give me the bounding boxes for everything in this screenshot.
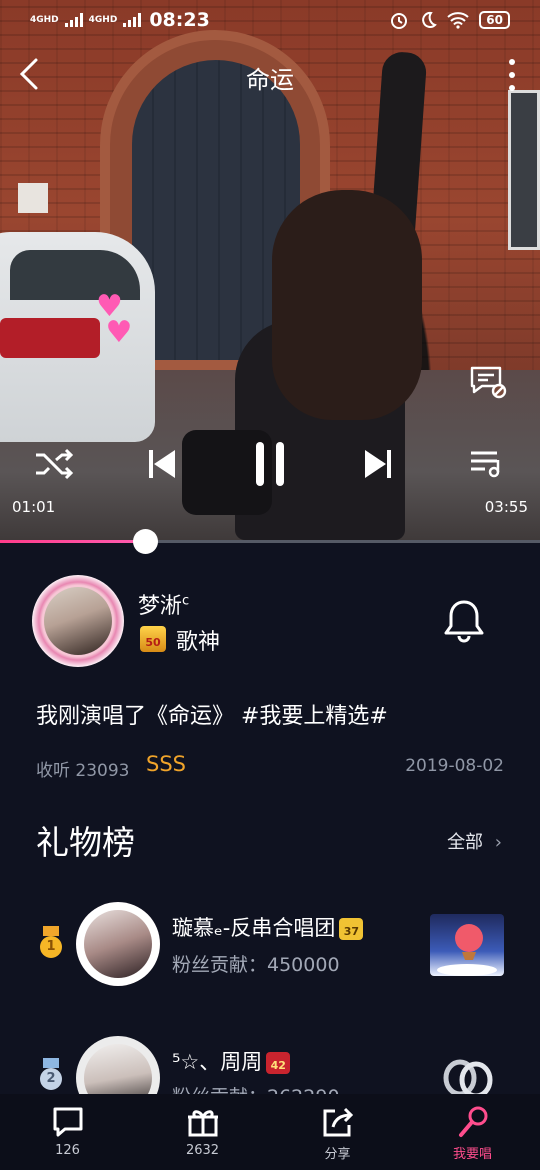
post-description: 我刚演唱了《命运》 #我要上精选# (36, 704, 388, 729)
more-menu-button[interactable] (506, 56, 518, 96)
gift-board-all-label: 全部 (447, 832, 484, 853)
playlist-button[interactable] (460, 438, 512, 490)
previous-icon (149, 450, 175, 478)
share-label: 分享 (324, 1147, 351, 1162)
moon-icon (422, 11, 438, 28)
heart-sticker: ♥ ♥ (96, 289, 133, 350)
signal-label-1: 4GHD (30, 14, 59, 25)
progress-fill (0, 540, 146, 543)
contributor-name-text: ⁵☆、周周 (172, 1050, 263, 1074)
player-controls (0, 438, 540, 490)
next-icon (365, 450, 391, 478)
gift-count: 2632 (185, 1143, 220, 1158)
gift-board-title: 礼物榜 (36, 823, 135, 862)
pause-button[interactable] (244, 438, 296, 490)
gold-medal-icon: 1 (40, 926, 62, 960)
singer-name[interactable]: 梦淅c (138, 588, 189, 620)
next-button[interactable] (352, 438, 404, 490)
shuffle-icon (36, 448, 74, 480)
playlist-icon (471, 451, 500, 478)
microphone-icon (455, 1104, 491, 1140)
progress-bar[interactable] (0, 529, 540, 554)
contributor-name[interactable]: ⁵☆、周周 42 (172, 1046, 291, 1076)
contributor-avatar-frame[interactable] (76, 902, 160, 986)
gift-board-all-link[interactable]: 全部 › (447, 828, 502, 854)
signal-icon (123, 13, 142, 27)
level-crown-icon: 42 (266, 1052, 291, 1074)
lyrics-off-icon (470, 366, 507, 399)
comment-count: 126 (55, 1143, 80, 1158)
gift-icon (185, 1104, 221, 1140)
singer-avatar-frame[interactable] (32, 575, 124, 667)
battery-indicator: 60 (479, 11, 510, 29)
comment-icon (50, 1104, 86, 1140)
singer-name-text: 梦淅 (138, 594, 183, 619)
share-icon (320, 1104, 356, 1140)
rank-number: 1 (40, 936, 62, 958)
pause-icon (256, 442, 284, 486)
total-duration: 03:55 (484, 498, 528, 516)
hot-air-balloon-gift-icon (430, 914, 504, 976)
progress-knob[interactable] (133, 529, 159, 554)
bell-icon (444, 600, 484, 643)
status-bar: 4GHD 4GHD 08:23 60 (0, 0, 540, 40)
previous-button[interactable] (136, 438, 188, 490)
sing-label: 我要唱 (452, 1147, 492, 1162)
signal-label-2: 4GHD (88, 14, 118, 25)
clock: 08:23 (149, 9, 210, 31)
rank-badge-icon: 50 (140, 626, 166, 652)
bottom-nav: 126 2632 分享 我要唱 (0, 1094, 540, 1170)
silver-medal-icon: 2 (40, 1058, 62, 1092)
post-date: 2019-08-02 (405, 756, 504, 776)
singer-avatar[interactable] (44, 587, 112, 655)
signal-icon (64, 13, 83, 27)
contribution-value: 粉丝贡献：450000 (172, 954, 340, 976)
rank-number: 2 (40, 1068, 62, 1090)
score-grade: SSS (146, 752, 186, 776)
top-bar: 命运 (0, 52, 540, 96)
singer-name-suffix: c (182, 593, 190, 609)
contributor-avatar[interactable] (84, 910, 152, 978)
comment-tab[interactable]: 126 (0, 1094, 135, 1170)
level-crown-icon: 37 (339, 918, 364, 940)
page-title: 命运 (246, 66, 294, 94)
rank-title: 歌神 (176, 630, 221, 655)
chevron-right-icon: › (494, 832, 502, 853)
sing-tab[interactable]: 我要唱 (405, 1094, 540, 1170)
listen-count: 收听 23093 (36, 761, 130, 781)
alarm-icon (391, 13, 408, 29)
lyrics-off-button[interactable] (468, 364, 508, 400)
wifi-icon (447, 12, 469, 29)
follow-bell-button[interactable] (440, 598, 488, 644)
share-tab[interactable]: 分享 (270, 1094, 405, 1170)
contributor-name-text: 璇慕ₑ-反串合唱团 (172, 916, 336, 940)
more-dots-icon (509, 59, 515, 65)
gift-tab[interactable]: 2632 (135, 1094, 270, 1170)
contributor-name[interactable]: 璇慕ₑ-反串合唱团 37 (172, 912, 364, 942)
elapsed-time: 01:01 (12, 498, 56, 516)
shuffle-button[interactable] (28, 438, 80, 490)
